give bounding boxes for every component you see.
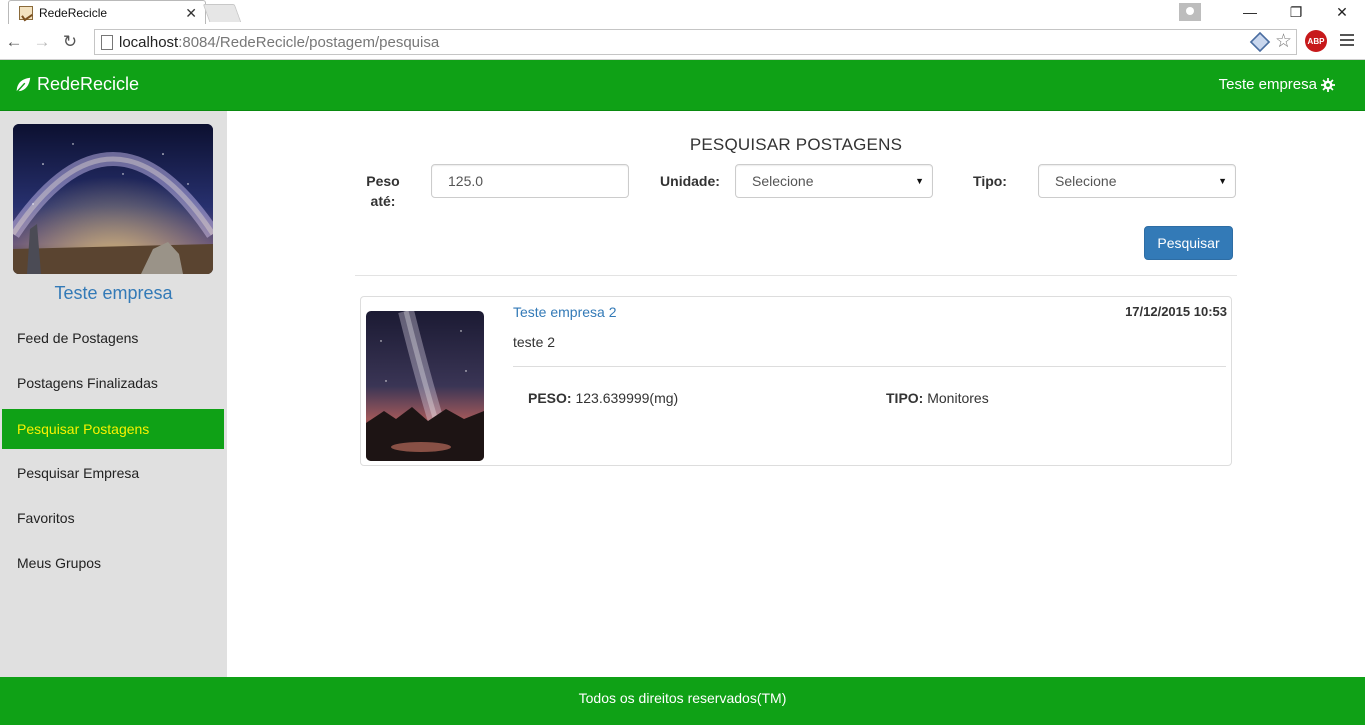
url-path: :8084/RedeRecicle/postagem/pesquisa	[178, 33, 440, 51]
peso-label-line1: Peso	[366, 173, 400, 189]
post-peso-value: 123.639999(mg)	[575, 390, 679, 406]
extension-cube-icon[interactable]	[1249, 31, 1271, 52]
post-divider	[513, 366, 1226, 367]
browser-menu-icon[interactable]	[1340, 33, 1354, 47]
profile-name[interactable]: Teste empresa	[0, 283, 227, 304]
sidebar-item-pesquisar-empresa[interactable]: Pesquisar Empresa	[2, 452, 224, 497]
browser-tab[interactable]: RedeRecicle ✕	[8, 0, 206, 24]
sidebar-item-finalizadas[interactable]: Postagens Finalizadas	[2, 362, 224, 407]
sidebar-menu: Feed de Postagens Postagens Finalizadas …	[2, 317, 224, 587]
main-content: PESQUISAR POSTAGENS Peso até: 125.0 Unid…	[227, 111, 1365, 677]
post-tipo-value: Monitores	[927, 390, 989, 406]
search-button[interactable]: Pesquisar	[1144, 226, 1233, 260]
sidebar-item-grupos[interactable]: Meus Grupos	[2, 542, 224, 587]
peso-label: Peso até:	[358, 171, 408, 211]
post-image[interactable]	[366, 311, 484, 461]
window-controls: — ❐ ✕	[1179, 0, 1365, 24]
tab-title: RedeRecicle	[39, 5, 108, 20]
back-icon[interactable]: ←	[0, 32, 28, 52]
close-window-icon[interactable]: ✕	[1319, 4, 1365, 21]
app-navbar: RedeRecicle Teste empresa	[0, 60, 1365, 111]
post-peso-label: PESO:	[528, 390, 572, 406]
brand-link[interactable]: RedeRecicle	[14, 74, 139, 95]
profile-icon[interactable]	[1179, 3, 1201, 21]
browser-toolbar: ← → ↻ localhost:8084/RedeRecicle/postage…	[0, 24, 1365, 60]
page-icon	[101, 34, 113, 50]
peso-input[interactable]: 125.0	[431, 164, 629, 198]
address-bar[interactable]: localhost:8084/RedeRecicle/postagem/pesq…	[94, 29, 1297, 55]
peso-label-line2: até:	[370, 193, 396, 209]
unidade-select-value: Selecione	[752, 173, 814, 189]
sidebar-item-favoritos[interactable]: Favoritos	[2, 497, 224, 542]
peso-input-value: 125.0	[448, 173, 484, 189]
tipo-select[interactable]: Selecione ▼	[1038, 164, 1236, 198]
user-name: Teste empresa	[1218, 76, 1317, 93]
bookmark-star-icon[interactable]: ☆	[1275, 32, 1292, 51]
post-text: teste 2	[513, 334, 556, 350]
profile-image	[13, 124, 213, 274]
restore-icon[interactable]: ❐	[1273, 4, 1319, 21]
unidade-select[interactable]: Selecione ▼	[735, 164, 933, 198]
tab-close-icon[interactable]: ✕	[185, 6, 197, 20]
tipo-select-value: Selecione	[1055, 173, 1117, 189]
tipo-label: Tipo:	[973, 173, 1007, 189]
brand-name: RedeRecicle	[37, 74, 140, 94]
unidade-label: Unidade:	[660, 173, 720, 189]
chevron-down-icon: ▼	[1218, 176, 1227, 186]
footer: Todos os direitos reservados(TM)	[0, 677, 1365, 725]
url-host: localhost	[119, 33, 179, 51]
gear-icon	[1321, 77, 1335, 92]
leaf-icon	[15, 77, 31, 94]
sidebar-item-feed[interactable]: Feed de Postagens	[2, 317, 224, 362]
sidebar: Teste empresa Feed de Postagens Postagen…	[0, 111, 227, 677]
post-tipo-label: TIPO:	[886, 390, 924, 406]
post-tipo: TIPO: Monitores	[886, 390, 989, 406]
chevron-down-icon: ▼	[915, 176, 924, 186]
favicon-icon	[19, 5, 33, 20]
sidebar-item-pesquisar-postagens[interactable]: Pesquisar Postagens	[2, 409, 224, 449]
page-title: PESQUISAR POSTAGENS	[689, 135, 903, 154]
post-peso: PESO: 123.639999(mg)	[528, 390, 678, 406]
user-menu[interactable]: Teste empresa	[1219, 76, 1335, 93]
divider	[355, 275, 1237, 276]
adblock-icon[interactable]: ABP	[1305, 30, 1327, 52]
post-date: 17/12/2015 10:53	[1125, 304, 1227, 319]
post-author-link[interactable]: Teste empresa 2	[513, 304, 617, 320]
browser-tabbar: RedeRecicle ✕ — ❐ ✕	[0, 0, 1365, 24]
new-tab-button[interactable]	[202, 4, 242, 22]
forward-icon[interactable]: →	[28, 32, 56, 52]
reload-icon[interactable]: ↻	[56, 32, 84, 52]
minimize-icon[interactable]: —	[1227, 4, 1273, 20]
post-card: Teste empresa 2 17/12/2015 10:53 teste 2…	[360, 296, 1232, 466]
